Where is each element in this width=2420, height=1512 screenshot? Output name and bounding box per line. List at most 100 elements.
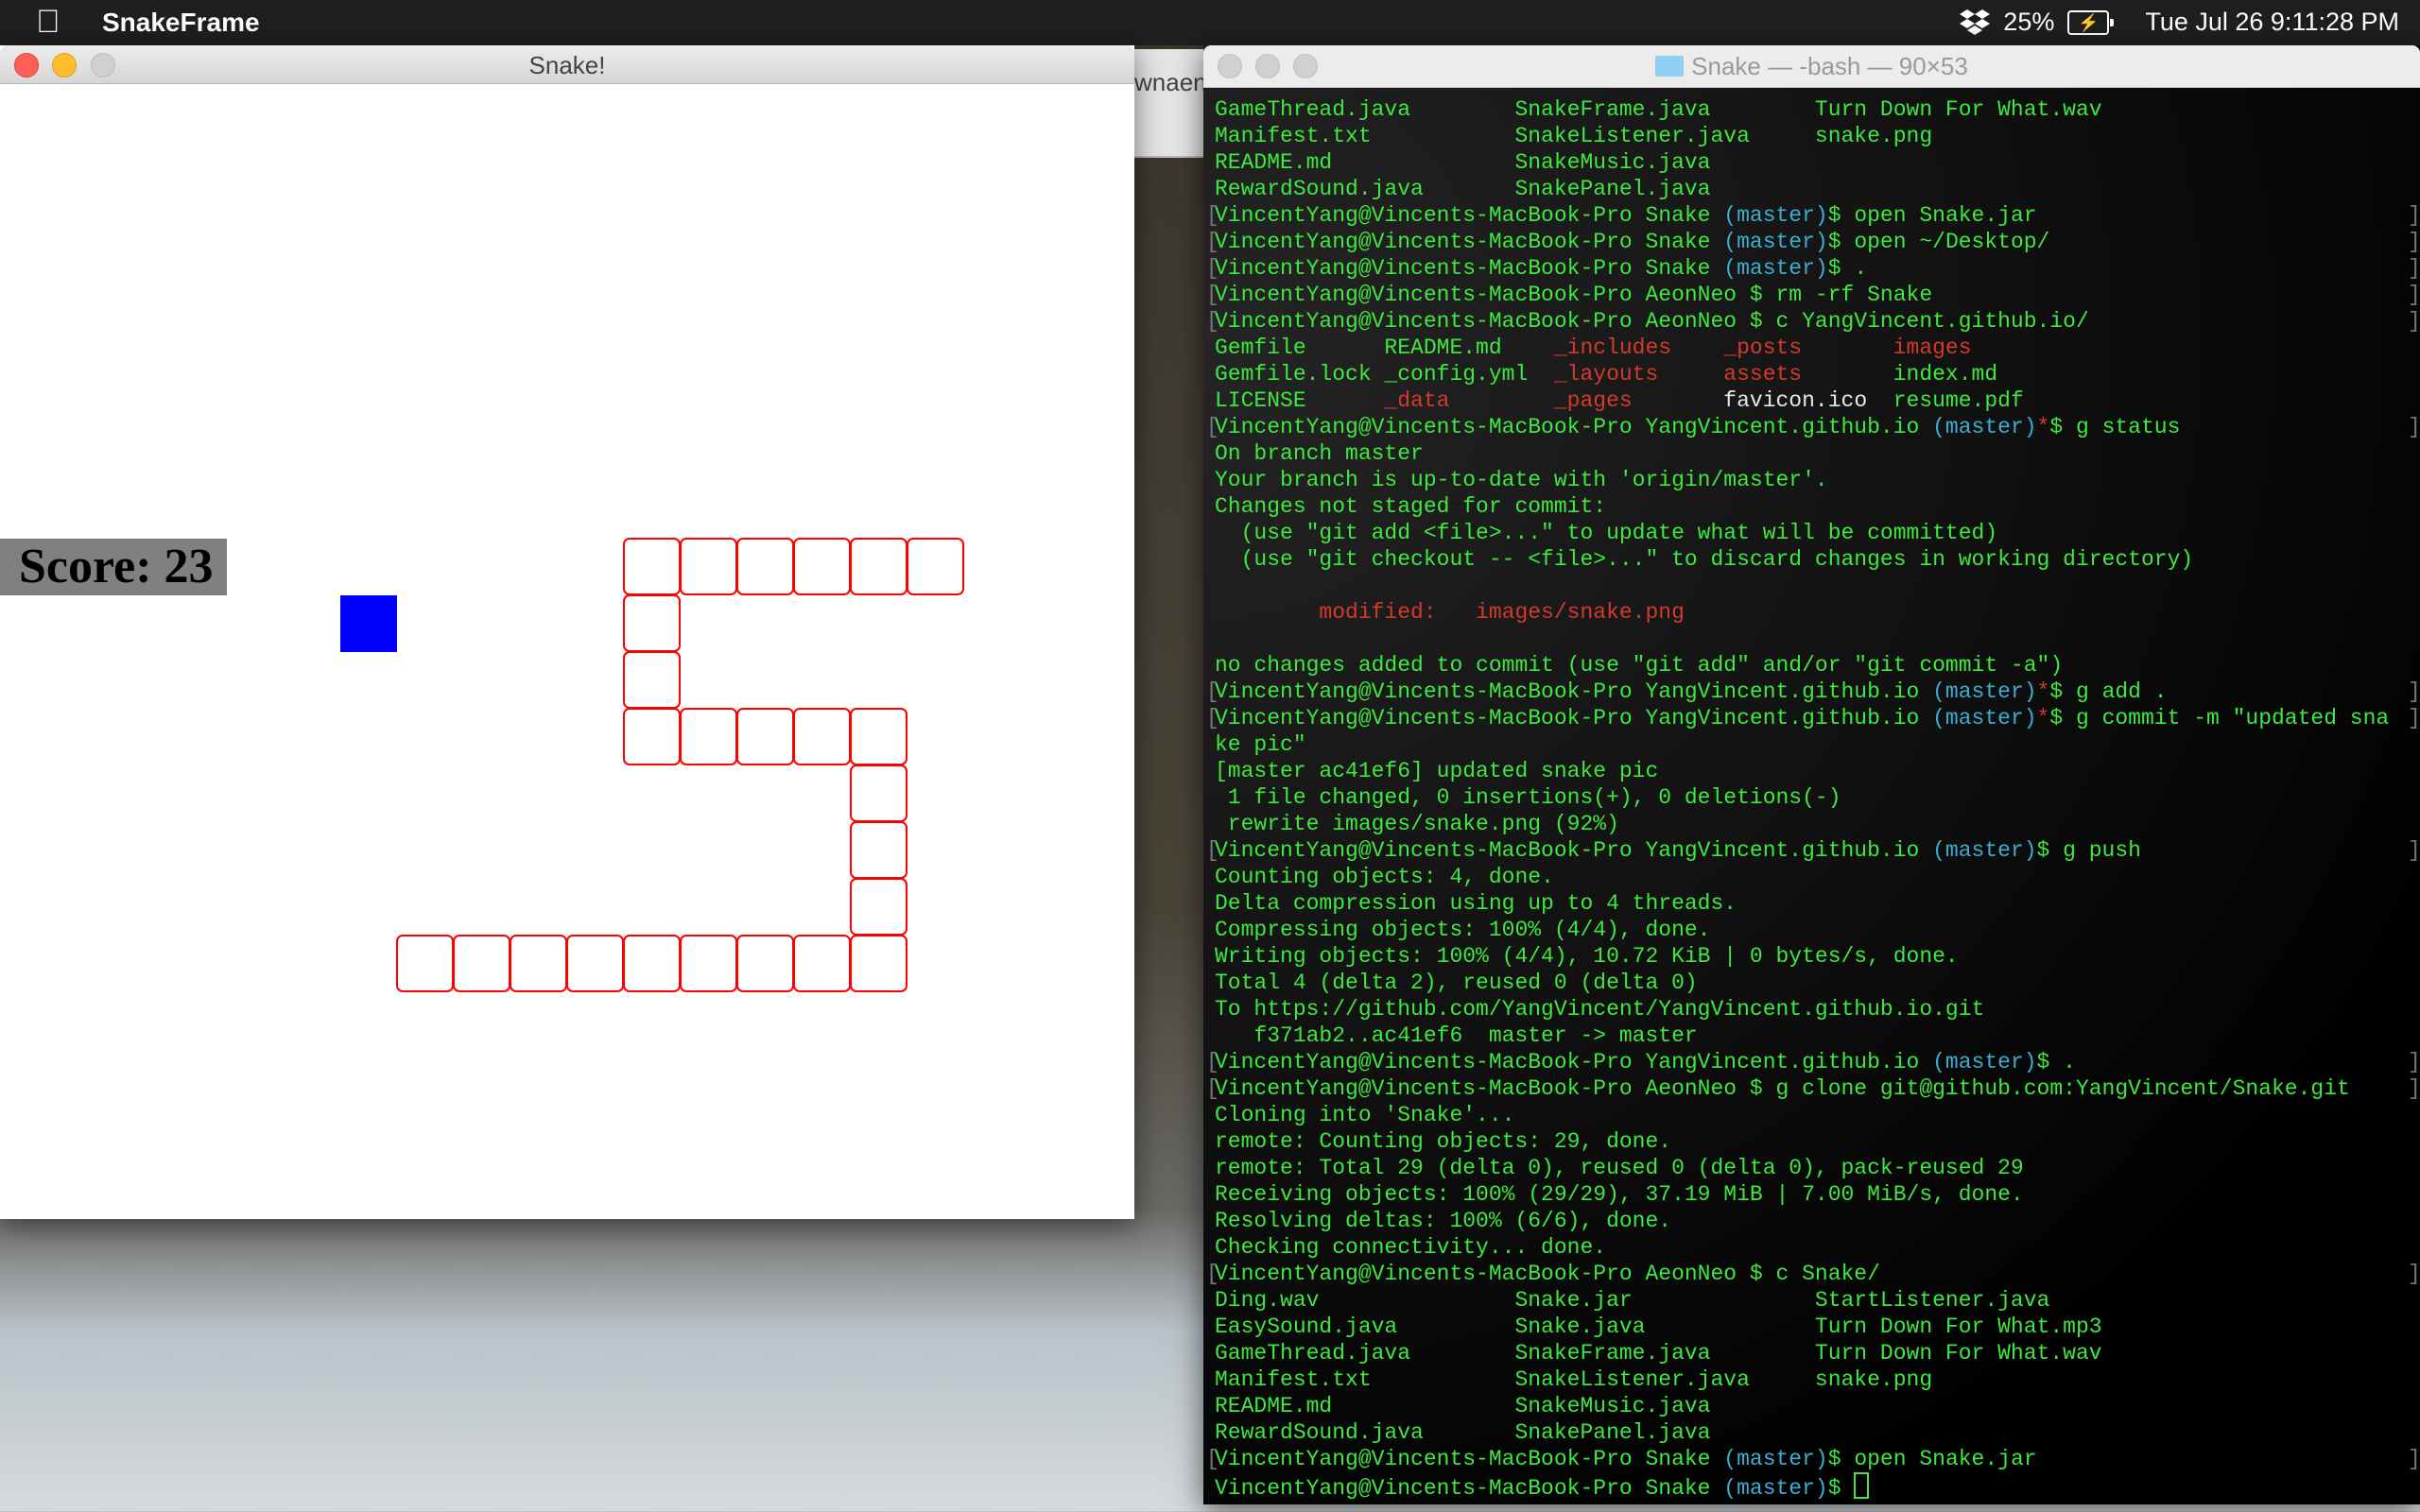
terminal-text: (master) [1723,256,1828,281]
background-window-text: wnaenr [1134,68,1210,96]
terminal-text: VincentYang@Vincents-MacBook-Pro AeonNeo… [1215,283,1933,307]
terminal-line: Changes not staged for commit: [1215,493,2420,520]
terminal-cursor[interactable] [1854,1472,1870,1499]
terminal-line: VincentYang@Vincents-MacBook-Pro YangVin… [1206,679,2420,705]
terminal-line: Gemfile README.md _includes _posts image… [1215,335,2420,361]
folder-icon [1655,56,1685,77]
terminal-line: README.md SnakeMusic.java [1215,1393,2420,1419]
terminal-text: 1 file changed, 0 insertions(+), 0 delet… [1215,785,1841,810]
dropbox-icon[interactable] [1960,9,1991,37]
terminal-line: LICENSE _data _pages favicon.ico resume.… [1215,387,2420,414]
terminal-line: Resolving deltas: 100% (6/6), done. [1215,1208,2420,1234]
terminal-text: VincentYang@Vincents-MacBook-Pro Snake [1215,203,1724,228]
battery-charging-icon[interactable]: ⚡ [2067,9,2115,35]
terminal-line: VincentYang@Vincents-MacBook-Pro AeonNeo… [1206,282,2420,308]
apple-menu-icon[interactable]:  [36,4,60,41]
terminal-text: Gemfile.lock _config.yml [1215,362,1554,387]
terminal-text: VincentYang@Vincents-MacBook-Pro AeonNeo… [1215,1076,2350,1101]
snake-window-titlebar[interactable]: Snake! [0,45,1134,84]
terminal-text: (master) [1723,203,1828,228]
menu-bar:  SnakeFrame 25% ⚡ Tue Jul 26 9:11:28 PM [0,0,2420,45]
window-title: Snake! [528,51,606,79]
terminal-line: Counting objects: 4, done. [1215,864,2420,890]
food-pellet [340,595,397,652]
terminal-text: (master) [1723,1447,1828,1471]
terminal-text: LICENSE [1215,388,1385,413]
terminal-text: VincentYang@Vincents-MacBook-Pro Snake [1215,1476,1724,1501]
terminal-line: GameThread.java SnakeFrame.java Turn Dow… [1215,96,2420,123]
terminal-text: no changes added to commit (use "git add… [1215,653,2064,678]
terminal-line: VincentYang@Vincents-MacBook-Pro Snake (… [1206,229,2420,255]
battery-percent: 25% [2003,8,2055,36]
terminal-text: EasySound.java Snake.java Turn Down For … [1215,1314,2102,1339]
snake-segment [510,935,567,992]
terminal-line: f371ab2..ac41ef6 master -> master [1215,1022,2420,1049]
terminal-text: (master) [1932,1050,2037,1074]
terminal-text: [master ac41ef6] updated snake pic [1215,759,1659,783]
terminal-line: (use "git checkout -- <file>..." to disc… [1215,546,2420,573]
terminal-text: Counting objects: 4, done. [1215,865,1554,889]
terminal-line: no changes added to commit (use "git add… [1215,652,2420,679]
terminal-line: rewrite images/snake.png (92%) [1215,811,2420,837]
terminal-line: VincentYang@Vincents-MacBook-Pro AeonNeo… [1206,1075,2420,1102]
terminal-text: $ . [1827,256,1868,281]
snake-window: Snake! Score: 23 [0,45,1134,1219]
terminal-text: * [2036,706,2050,730]
snake-segment [907,538,964,595]
terminal-line: VincentYang@Vincents-MacBook-Pro YangVin… [1206,705,2420,731]
terminal-line: 1 file changed, 0 insertions(+), 0 delet… [1215,784,2420,811]
terminal-text: (master) [1932,679,2037,704]
terminal-text: Resolving deltas: 100% (6/6), done. [1215,1209,1672,1233]
terminal-line: VincentYang@Vincents-MacBook-Pro YangVin… [1206,1049,2420,1075]
snake-segment [850,935,908,992]
terminal-text: VincentYang@Vincents-MacBook-Pro YangVin… [1215,838,1933,863]
terminal-text: VincentYang@Vincents-MacBook-Pro Snake [1215,1447,1724,1471]
terminal-text: (master) [1723,1476,1828,1501]
terminal-line: Manifest.txt SnakeListener.java snake.pn… [1215,123,2420,149]
terminal-text: index.md [1893,362,1998,387]
terminal-output[interactable]: GameThread.java SnakeFrame.java Turn Dow… [1206,96,2420,1501]
terminal-titlebar[interactable]: Snake — -bash — 90×53 [1203,45,2420,88]
terminal-text: README.md SnakeMusic.java [1215,1394,1711,1418]
terminal-text: remote: Counting objects: 29, done. [1215,1129,1672,1154]
snake-segment [396,935,454,992]
status-area: 25% ⚡ Tue Jul 26 9:11:28 PM [1960,8,2399,37]
terminal-line: [master ac41ef6] updated snake pic [1215,758,2420,784]
snake-segment [623,708,681,765]
terminal-text: VincentYang@Vincents-MacBook-Pro AeonNeo… [1215,1262,1880,1286]
terminal-text: favicon.ico [1723,388,1893,413]
terminal-line: remote: Counting objects: 29, done. [1215,1128,2420,1155]
snake-segment [566,935,624,992]
game-board[interactable]: Score: 23 [0,84,1134,1219]
terminal-line: Ding.wav Snake.jar StartListener.java [1215,1287,2420,1314]
terminal-text: * [2036,679,2050,704]
terminal-text: $ g push [2036,838,2141,863]
app-menu[interactable]: SnakeFrame [102,8,260,38]
terminal-line: ke pic" [1215,731,2420,758]
terminal-text: Total 4 (delta 2), reused 0 (delta 0) [1215,971,1698,995]
terminal-text: RewardSound.java SnakePanel.java [1215,177,1711,201]
snake-segment [736,935,794,992]
terminal-text: Ding.wav Snake.jar StartListener.java [1215,1288,2050,1313]
terminal-text: Cloning into 'Snake'... [1215,1103,1515,1127]
snake-segment [793,538,851,595]
terminal-text: Compressing objects: 100% (4/4), done. [1215,918,1711,942]
terminal-text: Your branch is up-to-date with 'origin/m… [1215,468,1828,492]
background-window[interactable]: wnaenr [1125,49,1210,158]
snake-segment [623,538,681,595]
terminal-line: remote: Total 29 (delta 0), reused 0 (de… [1215,1155,2420,1181]
terminal-text: (use "git checkout -- <file>..." to disc… [1215,547,2194,572]
terminal-line: Gemfile.lock _config.yml _layouts assets… [1215,361,2420,387]
terminal-text: Changes not staged for commit: [1215,494,1607,519]
terminal-text: VincentYang@Vincents-MacBook-Pro YangVin… [1215,415,1933,439]
terminal-text: To https://github.com/YangVincent/YangVi… [1215,997,1985,1022]
terminal-text: $ g commit -m "updated sna [2049,706,2390,730]
terminal-text: (master) [1723,230,1828,254]
terminal-title: Snake — -bash — 90×53 [1691,52,1968,80]
terminal-line: VincentYang@Vincents-MacBook-Pro AeonNeo… [1206,308,2420,335]
snake-segment [623,651,681,709]
clock[interactable]: Tue Jul 26 9:11:28 PM [2145,8,2399,37]
terminal-text: README.md SnakeMusic.java [1215,150,1711,175]
